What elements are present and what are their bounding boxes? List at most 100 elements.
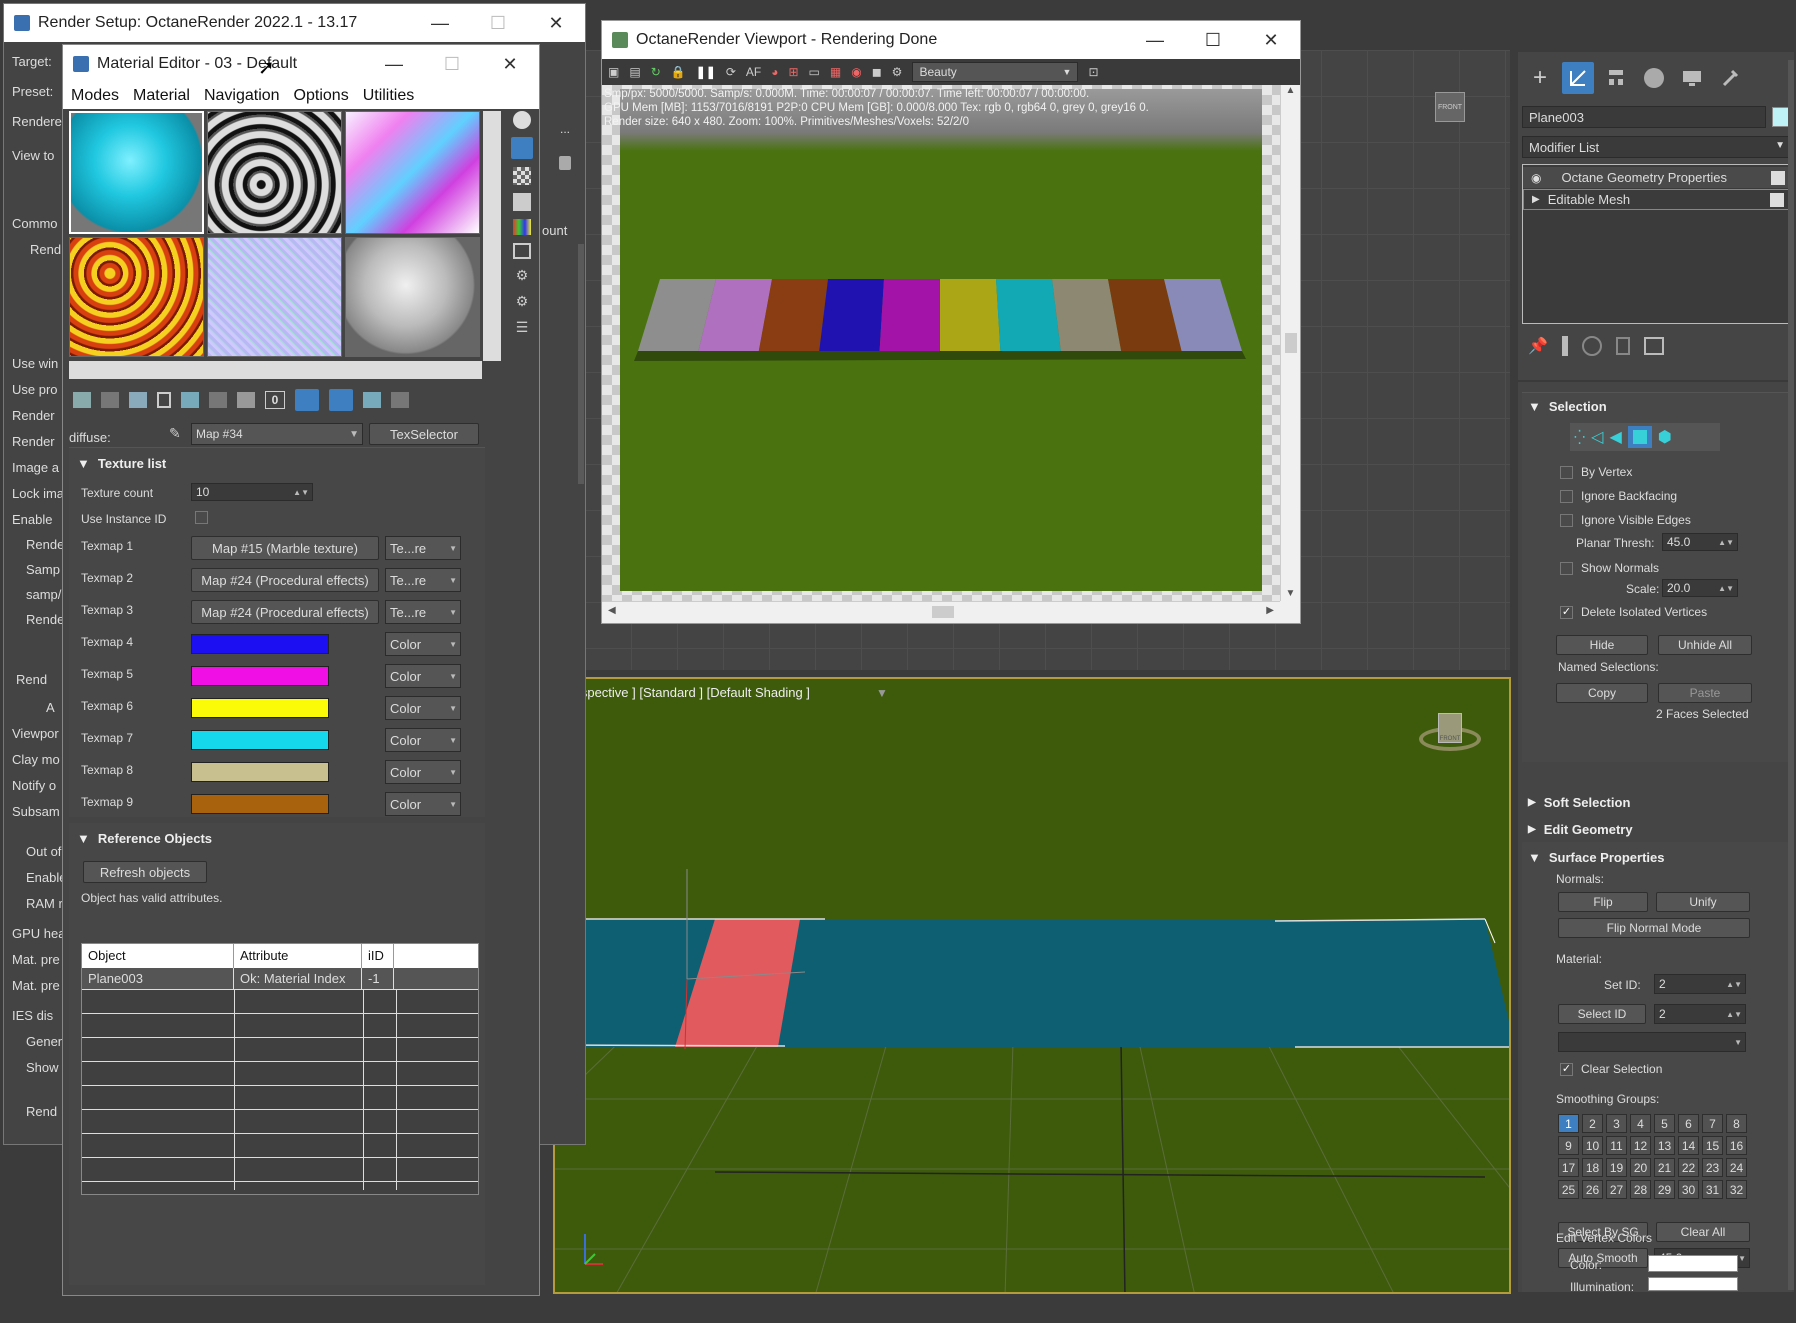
reference-objects-header[interactable]: ▼ Reference Objects <box>77 831 212 846</box>
planar-thresh-spinner[interactable]: 45.0 ▲▼ <box>1662 533 1738 551</box>
color-picker-icon[interactable]: ◕ <box>771 65 778 79</box>
sample-slots-hscroll[interactable] <box>69 361 482 379</box>
smoothing-group-button[interactable]: 18 <box>1582 1158 1603 1177</box>
texmap-map-button[interactable]: Map #24 (Procedural effects) <box>191 600 379 624</box>
go-to-parent-icon[interactable] <box>363 392 381 408</box>
smoothing-group-button[interactable]: 7 <box>1702 1114 1723 1133</box>
right-scrollbar[interactable] <box>1788 60 1794 1290</box>
face-mode-icon[interactable]: ◀ <box>1609 427 1621 447</box>
render-setup-scrollbar[interactable] <box>578 244 584 484</box>
menu-navigation[interactable]: Navigation <box>204 87 280 105</box>
sample-slot-6[interactable] <box>345 236 480 357</box>
make-unique-icon[interactable] <box>209 392 227 408</box>
viewcube-perspective[interactable]: FRONT <box>1415 709 1485 769</box>
stack-item-octane[interactable]: ◉ Octane Geometry Properties <box>1523 167 1791 188</box>
restart-render-icon[interactable]: ↻ <box>651 65 661 79</box>
background-icon[interactable] <box>513 167 531 185</box>
make-copy-icon[interactable] <box>181 392 199 408</box>
put-to-scene-icon[interactable] <box>101 392 119 408</box>
sample-slot-1[interactable] <box>69 111 204 234</box>
set-id-spinner[interactable]: 2 ▲▼ <box>1654 974 1746 994</box>
texmap-color-swatch[interactable] <box>191 698 329 718</box>
texmap-type-dropdown[interactable]: Color ▼ <box>385 792 461 816</box>
polygon-mode-icon[interactable] <box>1627 426 1652 448</box>
smoothing-group-button[interactable]: 23 <box>1702 1158 1723 1177</box>
map-name-dropdown[interactable]: Map #34 ▼ <box>191 423 363 445</box>
texmap-color-swatch[interactable] <box>191 730 329 750</box>
copy-render-icon[interactable]: ▤ <box>629 65 640 79</box>
pin-stack-icon[interactable]: 📌 <box>1528 336 1548 356</box>
close-icon[interactable]: ✕ <box>481 45 539 83</box>
show-normals-checkbox[interactable] <box>1560 561 1573 575</box>
menu-utilities[interactable]: Utilities <box>363 87 415 105</box>
smoothing-group-button[interactable]: 17 <box>1558 1158 1579 1177</box>
edge-mode-icon[interactable]: ◁ <box>1591 427 1603 447</box>
eye-icon[interactable]: ◉ <box>1531 171 1541 185</box>
table-row[interactable]: Plane003 Ok: Material Index -1 <box>82 968 478 990</box>
smoothing-group-button[interactable]: 5 <box>1654 1114 1675 1133</box>
ignore-visible-edges-checkbox[interactable] <box>1560 513 1573 527</box>
smoothing-group-button[interactable]: 25 <box>1558 1180 1579 1199</box>
delete-isolated-checkbox[interactable]: ✓ <box>1560 605 1573 619</box>
more-dots[interactable]: ... <box>560 122 570 136</box>
object-name-field[interactable]: Plane003 <box>1522 106 1766 128</box>
maximize-icon[interactable]: ☐ <box>423 45 481 83</box>
paste-button[interactable]: Paste <box>1658 683 1752 703</box>
options-icon[interactable]: ⚙ <box>513 267 531 285</box>
render-hscroll[interactable]: ◀ ▶ <box>602 601 1280 621</box>
material-name-dropdown[interactable]: ▼ <box>1558 1032 1746 1052</box>
texmap-color-swatch[interactable] <box>191 794 329 814</box>
smoothing-group-button[interactable]: 24 <box>1726 1158 1747 1177</box>
smoothing-group-button[interactable]: 3 <box>1606 1114 1627 1133</box>
texmap-type-dropdown[interactable]: Color ▼ <box>385 632 461 656</box>
eyedropper-icon[interactable]: ✎ <box>169 425 181 442</box>
illumination-swatch[interactable] <box>1648 1277 1738 1291</box>
smoothing-group-button[interactable]: 29 <box>1654 1180 1675 1199</box>
pause-render-icon[interactable]: ❚❚ <box>696 65 716 79</box>
modify-tab-icon[interactable] <box>1562 62 1594 94</box>
remove-modifier-icon[interactable] <box>1615 337 1630 355</box>
render-setup-titlebar[interactable]: Render Setup: OctaneRender 2022.1 - 13.1… <box>4 4 585 42</box>
create-tab-icon[interactable]: + <box>1524 62 1556 94</box>
auto-focus-icon[interactable]: AF <box>746 65 761 79</box>
menu-material[interactable]: Material <box>133 87 190 105</box>
go-forward-to-sibling-icon[interactable] <box>391 392 409 408</box>
smoothing-group-button[interactable]: 4 <box>1630 1114 1651 1133</box>
snapshot-icon[interactable]: ⊡ <box>1088 65 1098 79</box>
material-id-channel-icon[interactable]: 0 <box>265 391 285 409</box>
sample-slot-3[interactable] <box>345 111 480 234</box>
sample-slots-vscroll[interactable] <box>483 111 501 361</box>
show-end-result-icon[interactable] <box>1561 336 1568 356</box>
lock-render-icon[interactable]: 🔒 <box>671 65 686 79</box>
texmap-type-dropdown[interactable]: Color ▼ <box>385 664 461 688</box>
texmap-type-dropdown[interactable]: Te...re ▼ <box>385 536 461 560</box>
make-preview-icon[interactable] <box>513 243 531 259</box>
show-end-result-icon[interactable] <box>329 389 353 411</box>
surface-properties-header[interactable]: ▼ Surface Properties <box>1528 850 1664 865</box>
stack-item-toggle[interactable] <box>1770 192 1784 207</box>
smoothing-group-button[interactable]: 28 <box>1630 1180 1651 1199</box>
stack-item-editable-mesh[interactable]: ▶ Editable Mesh <box>1523 189 1791 210</box>
smoothing-group-button[interactable]: 31 <box>1702 1180 1723 1199</box>
uv-tiling-icon[interactable] <box>513 193 531 211</box>
vertex-mode-icon[interactable]: ⁛ <box>1574 429 1585 446</box>
subsample-icon[interactable]: ◼ <box>872 65 882 79</box>
smoothing-group-button[interactable]: 10 <box>1582 1136 1603 1155</box>
menu-options[interactable]: Options <box>294 87 349 105</box>
texmap-map-button[interactable]: Map #15 (Marble texture) <box>191 536 379 560</box>
texmap-type-dropdown[interactable]: Color ▼ <box>385 728 461 752</box>
smoothing-group-button[interactable]: 14 <box>1678 1136 1699 1155</box>
scale-spinner[interactable]: 20.0 ▲▼ <box>1662 579 1738 597</box>
smoothing-group-button[interactable]: 30 <box>1678 1180 1699 1199</box>
texmap-map-button[interactable]: Map #24 (Procedural effects) <box>191 568 379 592</box>
render-vscroll[interactable]: ▲ ▼ <box>1280 85 1300 601</box>
put-to-library-icon[interactable] <box>237 392 255 408</box>
smoothing-group-button[interactable]: 20 <box>1630 1158 1651 1177</box>
stack-item-toggle[interactable] <box>1771 170 1785 185</box>
use-instance-id-checkbox[interactable] <box>195 511 208 524</box>
motion-tab-icon[interactable] <box>1638 62 1670 94</box>
column-attribute[interactable]: Attribute <box>234 944 362 968</box>
clear-selection-checkbox[interactable]: ✓ <box>1560 1062 1573 1076</box>
display-tab-icon[interactable] <box>1676 62 1708 94</box>
assign-to-selection-icon[interactable] <box>129 392 147 408</box>
